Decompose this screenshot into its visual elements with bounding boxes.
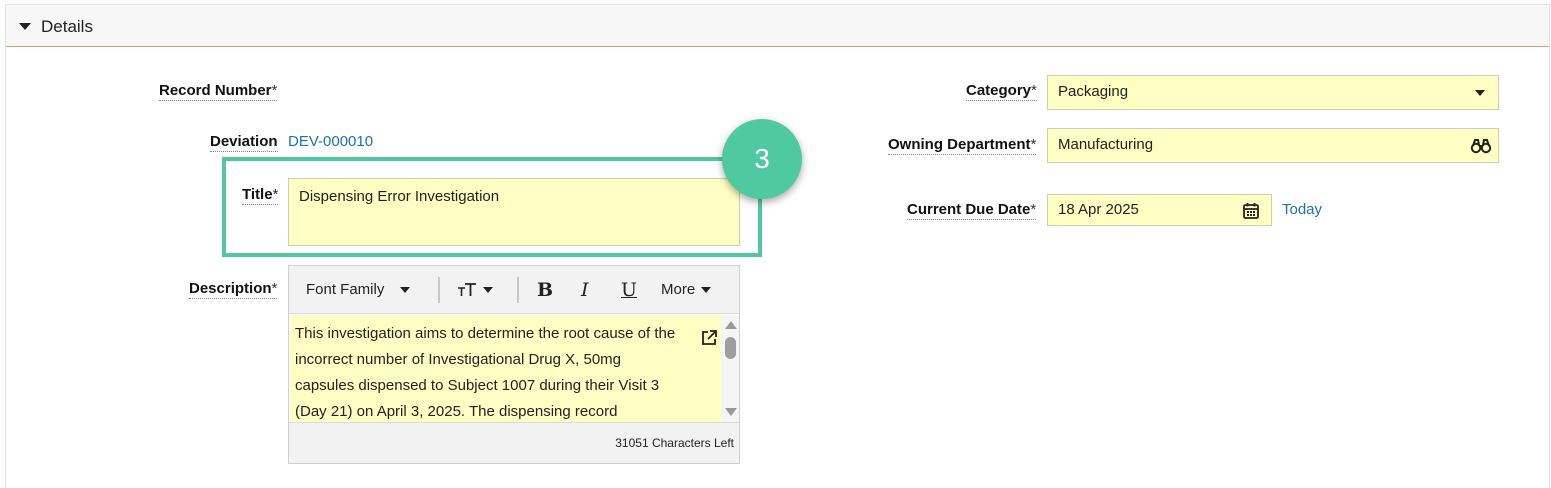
category-select[interactable]: Packaging: [1047, 75, 1499, 110]
owning-department-value: Manufacturing: [1058, 136, 1154, 153]
details-section-header[interactable]: Details: [6, 5, 1549, 47]
deviation-link[interactable]: DEV-000010: [288, 133, 373, 151]
caret-down-icon[interactable]: [19, 23, 31, 30]
chevron-down-icon: [400, 287, 411, 294]
step-highlight-box: [222, 157, 762, 257]
due-date-input[interactable]: 18 Apr 2025: [1047, 194, 1272, 226]
description-scrollbar[interactable]: [721, 315, 739, 423]
external-link-icon[interactable]: [699, 328, 719, 348]
italic-button[interactable]: I: [581, 266, 589, 314]
scroll-up-icon[interactable]: [725, 321, 737, 329]
text-size-dropdown[interactable]: [457, 266, 493, 314]
due-date-value: 18 Apr 2025: [1058, 201, 1139, 218]
today-link[interactable]: Today: [1282, 201, 1322, 219]
owning-department-label: Owning Department*: [888, 136, 1037, 155]
category-value: Packaging: [1058, 83, 1129, 100]
description-editor: Font Family B I U More This investigatio…: [288, 265, 740, 464]
step-badge: 3: [722, 119, 802, 199]
editor-footer: 31051 Characters Left: [289, 422, 739, 463]
characters-left: 31051 Characters Left: [615, 436, 734, 450]
record-number-label: Record Number*: [159, 82, 278, 101]
text-size-icon: [458, 283, 476, 297]
current-due-date-label: Current Due Date*: [907, 201, 1037, 220]
description-textarea[interactable]: This investigation aims to determine the…: [290, 315, 721, 423]
deviation-label: Deviation: [210, 133, 278, 152]
more-dropdown[interactable]: More: [661, 266, 712, 314]
scroll-down-icon[interactable]: [725, 408, 737, 416]
chevron-down-icon: [1475, 90, 1485, 96]
toolbar-divider: [438, 277, 440, 303]
toolbar-divider: [517, 277, 519, 303]
chevron-down-icon: [483, 287, 493, 294]
calendar-icon[interactable]: [1243, 202, 1259, 219]
editor-toolbar: Font Family B I U More: [289, 266, 739, 314]
chevron-down-icon: [701, 287, 712, 294]
bold-button[interactable]: B: [537, 266, 553, 314]
description-label: Description*: [189, 280, 278, 299]
owning-department-lookup[interactable]: Manufacturing: [1047, 128, 1499, 163]
underline-button[interactable]: U: [621, 266, 637, 314]
section-title: Details: [41, 17, 93, 36]
font-family-dropdown[interactable]: Font Family: [306, 266, 411, 314]
binoculars-icon[interactable]: [1470, 138, 1492, 154]
scroll-thumb[interactable]: [725, 337, 736, 359]
category-label: Category*: [966, 82, 1037, 101]
